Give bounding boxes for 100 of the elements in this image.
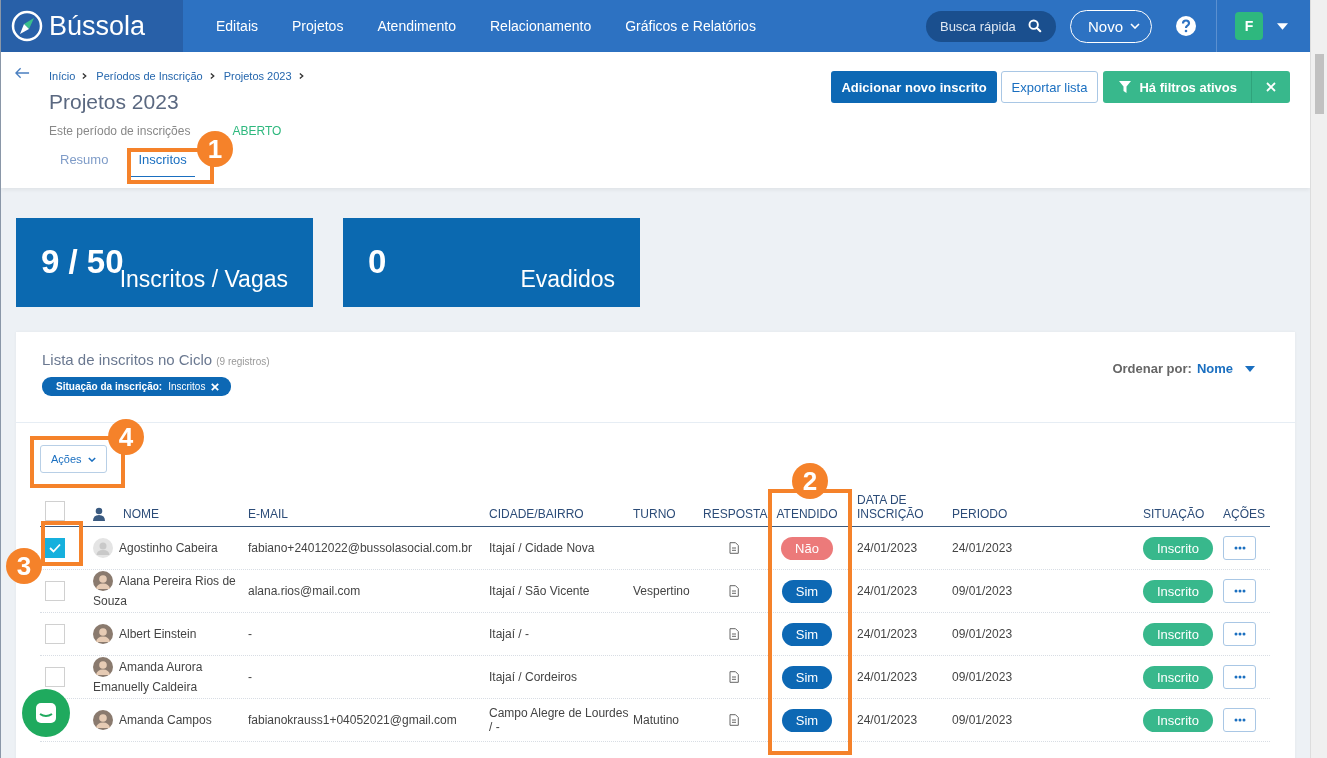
tab[interactable]: Resumo (56, 152, 113, 177)
more-actions-button[interactable] (1223, 665, 1256, 689)
add-enrollee-button[interactable]: Adicionar novo inscrito (831, 71, 997, 103)
table-cell: Itajaí / Cordeiros (489, 670, 578, 684)
document-icon[interactable] (729, 714, 739, 726)
chevron-down-icon (1130, 23, 1140, 29)
table-cell: Matutino (633, 713, 680, 727)
search-icon (1027, 19, 1042, 33)
stat-value: 0 (368, 243, 387, 281)
row-checkbox[interactable] (45, 538, 65, 558)
status-badge: Inscrito (1143, 622, 1213, 646)
more-actions-button[interactable] (1223, 579, 1256, 603)
search-input[interactable]: Busca rápida (939, 18, 1028, 34)
search-field[interactable]: Busca rápida (925, 10, 1056, 42)
more-actions-button[interactable] (1223, 622, 1256, 646)
attended-badge[interactable]: Sim (781, 665, 833, 689)
column-header: TURNO (633, 507, 676, 521)
column-header: DATA DE INSCRIÇÃO (857, 493, 925, 521)
person-name: Alana Pereira Rios de Souza (93, 570, 237, 611)
person-name: Agostinho Cabeira (93, 537, 218, 559)
page-title: Projetos 2023 (49, 90, 180, 114)
table-cell: 24/01/2023 (857, 584, 918, 598)
column-header: E-MAIL (248, 507, 288, 521)
attended-badge[interactable]: Sim (781, 579, 833, 603)
chevron-down-icon (87, 456, 96, 462)
table-cell: 09/01/2023 (952, 713, 1013, 727)
filter-chip[interactable]: Situação da inscrição: Inscritos (42, 377, 232, 396)
list-title: Lista de inscritos no Ciclo (9 registros) (42, 351, 270, 368)
chevron-icon (298, 72, 304, 80)
column-header: AÇÕES (1223, 507, 1265, 521)
person-name: Amanda Aurora Emanuelly Caldeira (93, 656, 204, 697)
attended-badge[interactable]: Sim (781, 708, 833, 732)
breadcrumb-link[interactable]: Projetos 2023 (223, 70, 292, 82)
select-all-checkbox[interactable] (45, 501, 65, 521)
actions-dropdown[interactable]: Ações (40, 445, 107, 473)
chat-icon (34, 701, 58, 725)
scrollbar[interactable] (1310, 0, 1327, 758)
ellipsis-icon (1233, 675, 1246, 679)
nav-menu-item[interactable]: Relacionamento (473, 18, 609, 34)
compass-logo-icon (11, 10, 43, 42)
tab[interactable]: Inscritos (130, 152, 195, 177)
table-cell: Itajaí / - (489, 627, 529, 641)
caret-icon[interactable] (1277, 22, 1288, 30)
status-badge: Inscrito (1143, 665, 1213, 689)
filters-label: Há filtros ativos (1139, 79, 1237, 95)
table-cell: - (248, 670, 252, 684)
attended-badge[interactable]: Sim (781, 622, 833, 646)
nav-menu-item[interactable]: Atendimento (360, 18, 473, 34)
nav-menu-item[interactable]: Editais (199, 18, 276, 34)
sort-label: Ordenar por: (1112, 361, 1192, 376)
close-icon[interactable] (211, 382, 220, 391)
logo-text: Bússola (49, 10, 146, 42)
chevron-icon (82, 72, 88, 80)
table-cell: 24/01/2023 (857, 541, 918, 555)
column-header: ATENDIDO (776, 507, 838, 521)
document-icon[interactable] (729, 671, 739, 683)
caret-icon (1245, 365, 1255, 372)
breadcrumb-link[interactable]: Períodos de Inscrição (96, 70, 203, 82)
table-cell: 09/01/2023 (952, 627, 1013, 641)
table-cell: Itajaí / São Vicente (489, 584, 590, 598)
table-cell: Campo Alegre de Lourdes / - (489, 706, 629, 734)
document-icon[interactable] (729, 628, 739, 640)
more-actions-button[interactable] (1223, 708, 1256, 732)
table-cell: fabianokrauss1+04052021@gmail.com (248, 713, 457, 727)
attended-badge[interactable]: Não (781, 536, 833, 560)
table-cell: Vespertino (633, 584, 690, 598)
table-cell: 24/01/2023 (857, 670, 918, 684)
breadcrumb-link[interactable]: Início (49, 70, 76, 82)
callout-number: 3 (6, 548, 42, 584)
ellipsis-icon (1233, 546, 1246, 550)
nav-menu-item[interactable]: Gráficos e Relatórios (608, 18, 773, 34)
nav-menu-item[interactable]: Projetos (275, 18, 361, 34)
callout-frame (41, 521, 83, 566)
ellipsis-icon (1233, 589, 1246, 593)
column-header: PERIODO (952, 507, 1008, 521)
document-icon[interactable] (729, 585, 739, 597)
sort-dropdown[interactable]: Nome (1196, 361, 1255, 376)
table-cell: 24/01/2023 (857, 713, 918, 727)
row-checkbox[interactable] (45, 624, 65, 644)
close-icon (1266, 82, 1276, 92)
help-icon[interactable] (1176, 16, 1196, 36)
column-header: SITUAÇÃO (1143, 507, 1205, 521)
ellipsis-icon (1233, 718, 1246, 722)
more-actions-button[interactable] (1223, 536, 1256, 560)
status-badge: Inscrito (1143, 536, 1213, 560)
back-arrow-icon[interactable] (15, 67, 30, 79)
row-checkbox[interactable] (45, 581, 65, 601)
status-value: ABERTO (232, 124, 282, 138)
table-cell: 09/01/2023 (952, 670, 1013, 684)
export-list-button[interactable]: Exportar lista (1000, 71, 1099, 103)
person-name: Amanda Campos (93, 709, 212, 731)
chevron-icon (209, 72, 215, 80)
table-cell: 09/01/2023 (952, 584, 1013, 598)
ellipsis-icon (1233, 632, 1246, 636)
stat-label: Evadidos (520, 266, 615, 293)
status-badge: Inscrito (1143, 708, 1213, 732)
row-checkbox[interactable] (45, 667, 65, 687)
table-cell: 24/01/2023 (857, 627, 918, 641)
document-icon[interactable] (729, 542, 739, 554)
table-cell: fabiano+24012022@bussolasocial.com.br (248, 541, 472, 555)
